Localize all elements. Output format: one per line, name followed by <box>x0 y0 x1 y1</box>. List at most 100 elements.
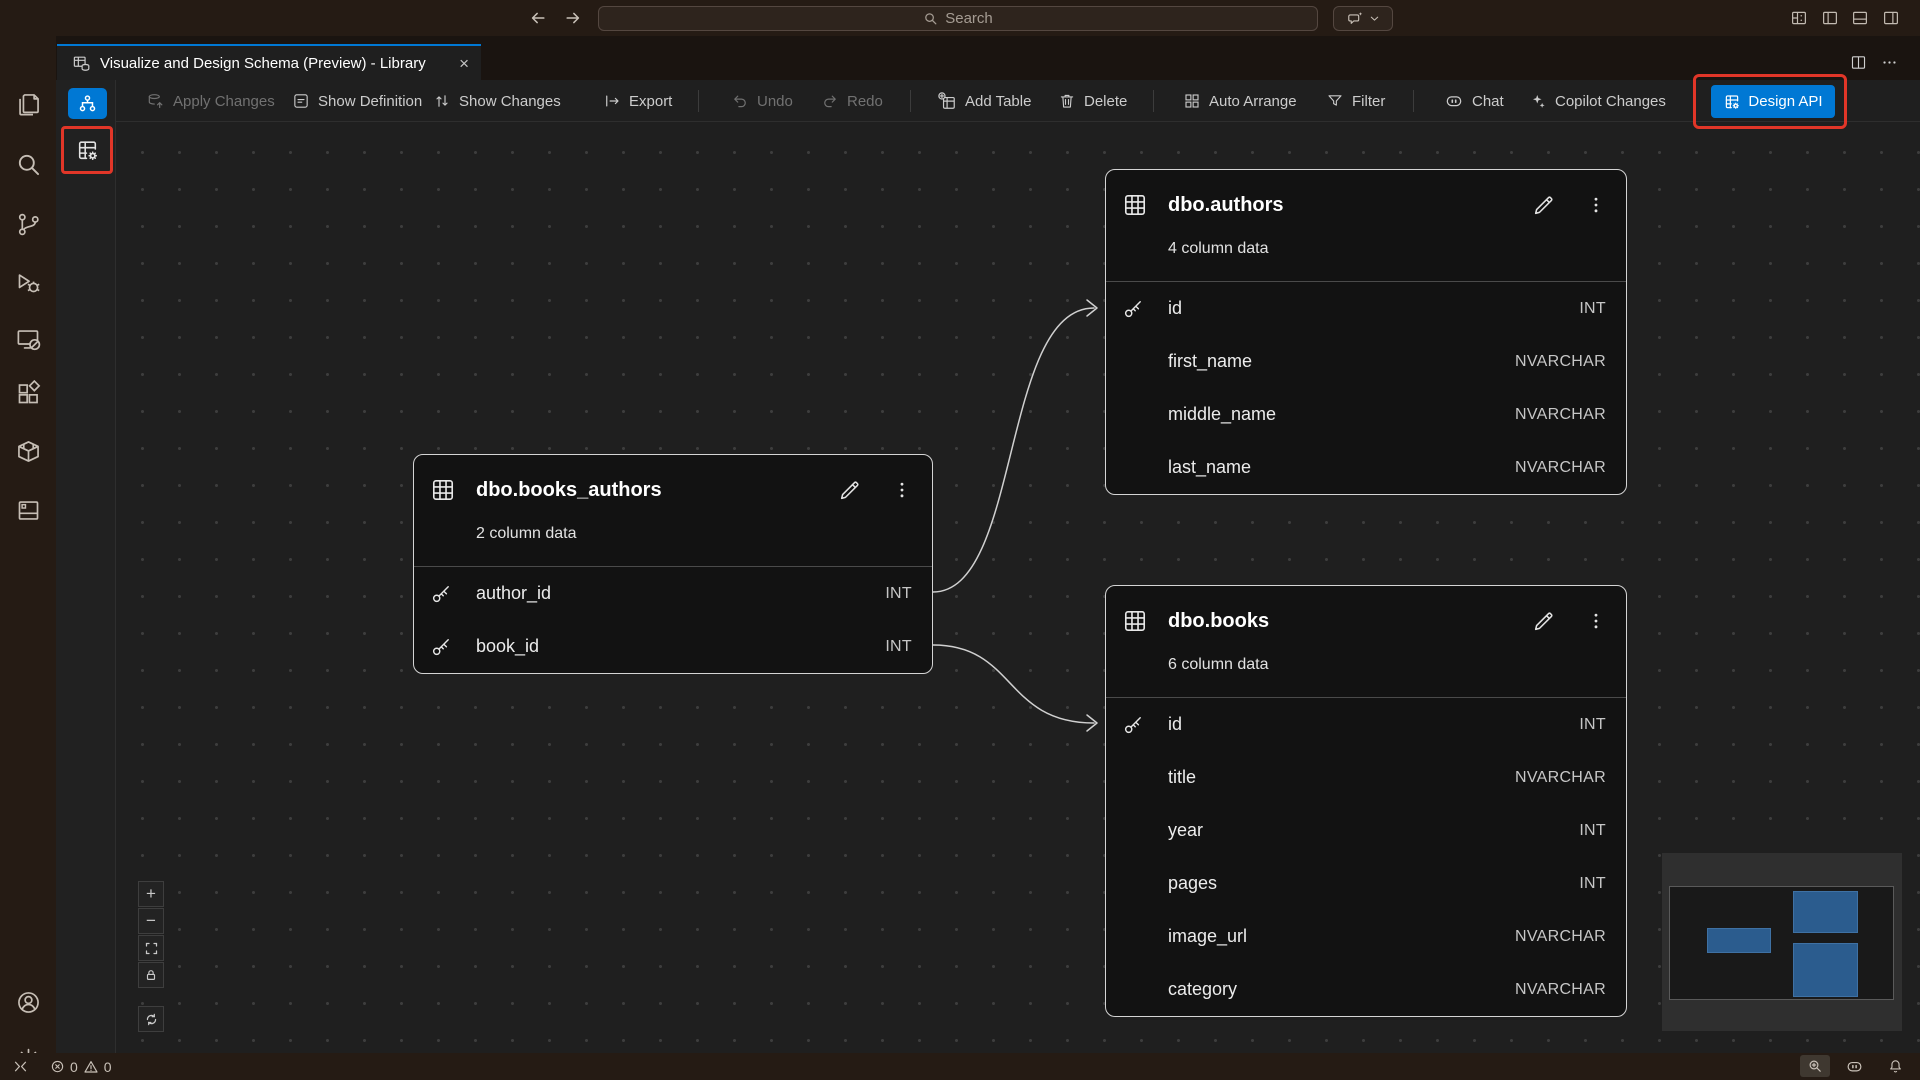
toggle-primary-sidebar-icon[interactable] <box>1821 9 1839 27</box>
chat-button[interactable]: Chat <box>1444 80 1504 122</box>
nav-back-button[interactable] <box>528 0 548 36</box>
apply-changes-label: Apply Changes <box>173 93 275 110</box>
explorer-icon[interactable] <box>14 90 42 118</box>
table-menu-button[interactable] <box>1586 611 1606 631</box>
zoom-in-button[interactable]: + <box>138 881 164 907</box>
source-control-icon[interactable] <box>14 210 42 238</box>
zoom-out-button[interactable]: − <box>138 908 164 934</box>
redo-button[interactable]: Redo <box>821 80 883 122</box>
column-row[interactable]: title NVARCHAR <box>1106 751 1626 804</box>
show-definition-icon <box>292 92 310 110</box>
column-type: INT <box>1579 300 1606 318</box>
search-input[interactable]: Search <box>598 6 1318 31</box>
column-count-label: 6 column data <box>1106 656 1626 697</box>
container-icon[interactable] <box>14 437 42 465</box>
edit-table-button[interactable] <box>1531 193 1556 218</box>
split-editor-icon[interactable] <box>1850 54 1867 71</box>
column-count-label: 4 column data <box>1106 240 1626 281</box>
toggle-panel-icon[interactable] <box>1851 9 1869 27</box>
column-type: INT <box>885 585 912 603</box>
column-type: NVARCHAR <box>1515 459 1606 477</box>
undo-button[interactable]: Undo <box>731 80 793 122</box>
column-row[interactable]: pages INT <box>1106 857 1626 910</box>
run-debug-icon[interactable] <box>14 269 42 297</box>
column-name: year <box>1168 820 1203 841</box>
column-row[interactable]: first_name NVARCHAR <box>1106 335 1626 388</box>
copilot-changes-label: Copilot Changes <box>1555 93 1666 110</box>
filter-button[interactable]: Filter <box>1326 80 1385 122</box>
design-api-button[interactable]: Design API <box>1711 85 1835 118</box>
column-name: first_name <box>1168 351 1252 372</box>
column-name: last_name <box>1168 457 1251 478</box>
warning-icon <box>83 1059 99 1075</box>
sparkle-icon <box>1529 92 1547 110</box>
notifications-bell-icon[interactable] <box>1887 1053 1904 1080</box>
edit-table-button[interactable] <box>1531 609 1556 634</box>
copilot-icon <box>1444 91 1464 111</box>
redo-label: Redo <box>847 93 883 110</box>
table-designer-view-button[interactable] <box>75 138 100 163</box>
column-name: title <box>1168 767 1196 788</box>
filter-icon <box>1326 92 1344 110</box>
column-row[interactable]: book_id INT <box>414 620 932 673</box>
minimap[interactable] <box>1662 853 1902 1031</box>
copilot-chat-button[interactable] <box>1333 6 1393 31</box>
tab-visualize-design-schema[interactable]: Visualize and Design Schema (Preview) - … <box>57 44 481 80</box>
zoom-status-button[interactable] <box>1800 1055 1830 1077</box>
column-name: pages <box>1168 873 1217 894</box>
table-menu-button[interactable] <box>892 480 912 500</box>
more-actions-icon[interactable] <box>1881 54 1898 71</box>
refresh-layout-button[interactable] <box>138 1006 164 1032</box>
table-name: dbo.books_authors <box>476 479 662 502</box>
table-card-books[interactable]: dbo.books 6 column data id INT title NVA… <box>1105 585 1627 1017</box>
show-changes-button[interactable]: Show Changes <box>433 80 561 122</box>
auto-arrange-button[interactable]: Auto Arrange <box>1183 80 1297 122</box>
design-api-label: Design API <box>1748 93 1822 110</box>
column-row[interactable]: author_id INT <box>414 567 932 620</box>
account-icon[interactable] <box>14 988 42 1016</box>
show-definition-button[interactable]: Show Definition <box>292 80 422 122</box>
database-projects-icon[interactable] <box>14 496 42 524</box>
auto-arrange-icon <box>1183 92 1201 110</box>
column-row[interactable]: middle_name NVARCHAR <box>1106 388 1626 441</box>
column-row[interactable]: year INT <box>1106 804 1626 857</box>
hierarchy-icon <box>77 93 98 114</box>
designer-toolbar: Apply Changes Show Definition Show Chang… <box>116 80 1920 122</box>
column-type: NVARCHAR <box>1515 769 1606 787</box>
table-card-books-authors[interactable]: dbo.books_authors 2 column data author_i… <box>413 454 933 674</box>
column-row[interactable]: last_name NVARCHAR <box>1106 441 1626 494</box>
column-row[interactable]: id INT <box>1106 282 1626 335</box>
search-placeholder: Search <box>945 10 993 27</box>
problems-indicator[interactable]: 0 0 <box>50 1053 112 1080</box>
table-card-authors[interactable]: dbo.authors 4 column data id INT first_n… <box>1105 169 1627 495</box>
copilot-changes-button[interactable]: Copilot Changes <box>1529 80 1666 122</box>
delete-button[interactable]: Delete <box>1058 80 1127 122</box>
apply-changes-button[interactable]: Apply Changes <box>146 80 275 122</box>
customize-layout-icon[interactable] <box>1790 9 1808 27</box>
schema-diagram-view-button[interactable] <box>68 88 107 119</box>
add-table-button[interactable]: Add Table <box>938 80 1031 122</box>
schema-designer-tab-icon <box>72 54 91 73</box>
tab-close-icon[interactable]: × <box>459 55 469 72</box>
nav-forward-button[interactable] <box>563 0 583 36</box>
column-row[interactable]: category NVARCHAR <box>1106 963 1626 1016</box>
schema-canvas[interactable]: dbo.books_authors 2 column data author_i… <box>116 122 1920 1053</box>
search-view-icon[interactable] <box>14 150 42 178</box>
export-button[interactable]: Export <box>603 80 672 122</box>
fit-view-icon <box>144 941 159 956</box>
remote-explorer-icon[interactable] <box>14 325 42 353</box>
column-row[interactable]: image_url NVARCHAR <box>1106 910 1626 963</box>
column-row[interactable]: id INT <box>1106 698 1626 751</box>
undo-icon <box>731 92 749 110</box>
edit-table-button[interactable] <box>837 478 862 503</box>
extensions-icon[interactable] <box>14 379 42 407</box>
copilot-status-icon[interactable] <box>1845 1053 1864 1080</box>
toggle-secondary-sidebar-icon[interactable] <box>1882 9 1900 27</box>
error-count: 0 <box>70 1059 78 1075</box>
column-name: id <box>1168 714 1182 735</box>
design-api-icon <box>1723 93 1741 111</box>
remote-indicator[interactable] <box>12 1053 29 1080</box>
table-menu-button[interactable] <box>1586 195 1606 215</box>
fit-view-button[interactable] <box>138 935 164 961</box>
lock-button[interactable] <box>138 962 164 988</box>
